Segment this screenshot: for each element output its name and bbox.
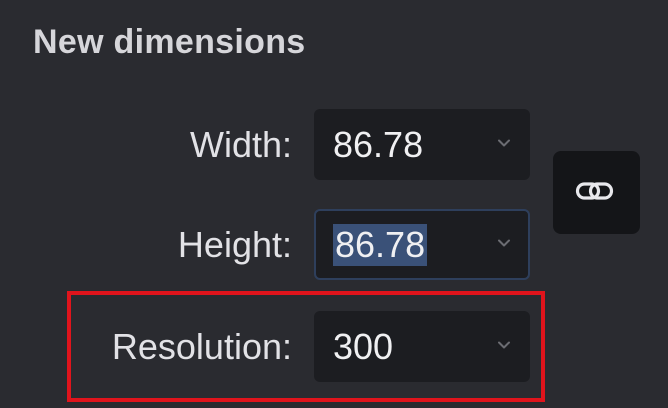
height-field[interactable]: 86.78 <box>314 209 530 280</box>
link-icon <box>575 182 614 200</box>
height-label: Height: <box>177 224 292 265</box>
constrain-proportions-button[interactable] <box>553 151 640 234</box>
section-title: New dimensions <box>33 23 306 61</box>
new-dimensions-panel: New dimensions Width: 86.78 Height: 86.7… <box>0 0 668 408</box>
chevron-down-icon[interactable] <box>496 235 512 251</box>
width-value[interactable]: 86.78 <box>333 124 423 166</box>
width-label: Width: <box>189 124 292 165</box>
height-value[interactable]: 86.78 <box>333 224 428 266</box>
chevron-down-icon[interactable] <box>496 135 512 151</box>
resolution-highlight-box <box>67 291 545 402</box>
width-field[interactable]: 86.78 <box>314 109 530 180</box>
